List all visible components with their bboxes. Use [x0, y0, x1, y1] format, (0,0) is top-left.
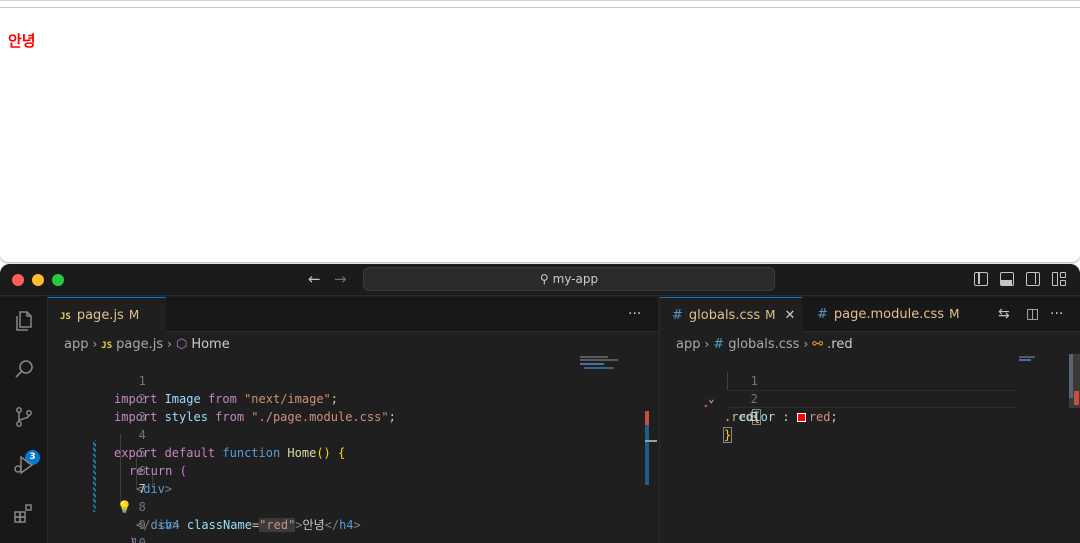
code-line: 6 <div> — [48, 444, 172, 496]
scrollbar-marker — [1074, 391, 1079, 405]
breadcrumb-folder[interactable]: app — [64, 337, 88, 352]
breadcrumb-file[interactable]: page.js — [116, 337, 163, 352]
tab-label: page.module.css — [833, 307, 945, 322]
chevron-right-icon: › — [704, 337, 710, 351]
tab-modified-status: M — [765, 308, 776, 322]
search-icon: ⚲ — [539, 272, 549, 286]
right-tab-bar: # globals.css M ✕ # page.module.css M ⇆ ◫ ··· — [660, 297, 1080, 333]
close-tab-icon[interactable]: ✕ — [785, 308, 796, 323]
browser-preview: 안녕 — [0, 0, 1080, 262]
code-line: 2 import styles from "./page.module.css"… — [48, 372, 396, 424]
chevron-right-icon: › — [92, 337, 98, 351]
code-line: 1 ⌄ .red{ — [708, 374, 762, 425]
tab-globals-css[interactable]: # globals.css M ✕ — [660, 297, 802, 333]
forward-arrow-icon[interactable]: → — [334, 270, 347, 288]
open-changes-icon[interactable]: ⇆ — [998, 297, 1010, 332]
preview-divider — [0, 7, 1080, 8]
line-number: 1 — [750, 374, 758, 388]
color-swatch[interactable] — [796, 413, 806, 422]
preview-heading: 안녕 — [8, 32, 36, 50]
js-file-icon: JS — [101, 341, 113, 351]
code-line: 4 export default function Home() { — [48, 408, 345, 460]
minimap[interactable] — [576, 354, 646, 384]
scrollbar-marker — [1069, 354, 1073, 398]
tab-label: globals.css — [688, 308, 761, 323]
back-arrow-icon[interactable]: ← — [308, 270, 321, 288]
breadcrumb-symbol[interactable]: Home — [191, 337, 229, 352]
minimap[interactable] — [1015, 354, 1055, 364]
code-line: 2 color : red; — [660, 372, 838, 424]
scrollbar-marker — [645, 411, 649, 425]
css-file-icon: # — [817, 307, 828, 322]
error-marker-icon: ▸ — [704, 401, 709, 410]
line-number: 5 — [138, 446, 146, 460]
code-line: 7 💡 <h4 className="red">안녕</h4> — [48, 462, 361, 532]
scrollbar-cursor — [645, 440, 657, 442]
line-number: 3 — [138, 410, 146, 424]
tab-modified-status: M — [128, 308, 140, 322]
code-line: 9 ) — [48, 498, 146, 543]
left-tab-bar: JS page.js M ··· — [48, 297, 658, 333]
code-line: 5 return ( — [48, 426, 187, 478]
more-actions-button[interactable]: ··· — [628, 297, 641, 332]
line-number: 8 — [138, 500, 146, 514]
css-file-icon: # — [713, 337, 725, 352]
code-line: 8 </div> — [48, 480, 179, 532]
customize-layout-icon[interactable] — [1052, 272, 1066, 286]
line-number: 2 — [138, 392, 146, 406]
run-and-debug-icon[interactable] — [12, 453, 36, 477]
command-center-search[interactable]: ⚲ my-app — [363, 267, 775, 291]
line-number: 9 — [138, 518, 146, 532]
vscode-window: ← → ⚲ my-app 3 JS page.js M ··· app › JS… — [0, 264, 1080, 543]
current-line-number: 3 — [750, 410, 758, 424]
line-number: 4 — [138, 428, 146, 442]
zoom-window-button[interactable] — [52, 274, 64, 286]
code-line: 3 — [48, 390, 146, 424]
code-line: 3 } — [660, 390, 758, 443]
title-bar: ← → ⚲ my-app — [0, 264, 1080, 296]
chevron-right-icon: › — [167, 337, 172, 351]
minimize-window-button[interactable] — [32, 274, 44, 286]
split-editor-icon[interactable]: ◫ — [1026, 297, 1039, 332]
toggle-secondary-sidebar-icon[interactable] — [1026, 272, 1040, 286]
tab-page-module-css[interactable]: # page.module.css M — [805, 297, 965, 332]
breadcrumb-file[interactable]: globals.css — [728, 337, 799, 352]
toggle-primary-sidebar-icon[interactable] — [974, 272, 988, 286]
extensions-icon[interactable] — [12, 501, 36, 525]
toggle-panel-icon[interactable] — [1000, 272, 1014, 286]
line-number: 2 — [750, 392, 758, 406]
tab-label: page.js — [76, 308, 124, 323]
line-number: 6 — [138, 464, 146, 478]
breadcrumb: app › JS page.js › ⬡ Home — [64, 333, 230, 355]
line-number: 1 — [138, 374, 146, 388]
breadcrumb-symbol[interactable]: .red — [827, 337, 852, 352]
source-control-icon[interactable] — [12, 405, 36, 429]
tab-modified-status: M — [949, 307, 960, 321]
more-actions-button[interactable]: ··· — [1050, 297, 1063, 332]
left-editor-group: JS page.js M ··· app › JS page.js › ⬡ Home 1 imp… — [48, 297, 658, 543]
symbol-class-icon: ⚯ — [812, 337, 824, 352]
current-line-number: 7 — [138, 482, 146, 496]
right-editor-group: # globals.css M ✕ # page.module.css M ⇆ ◫ ···… — [659, 297, 1080, 543]
command-center-label: my-app — [552, 272, 599, 286]
css-file-icon: # — [672, 308, 683, 323]
symbol-method-icon: ⬡ — [175, 337, 188, 352]
breadcrumb-folder[interactable]: app — [676, 337, 700, 352]
explorer-icon[interactable] — [12, 309, 36, 333]
activity-bar: 3 — [0, 297, 48, 543]
tab-page-js[interactable]: JS page.js M — [48, 297, 166, 333]
close-window-button[interactable] — [12, 274, 24, 286]
chevron-right-icon: › — [803, 337, 809, 351]
code-line: 1 import Image from "next/image"; — [48, 354, 338, 406]
search-icon[interactable] — [12, 357, 36, 381]
code-line: 11 — [48, 534, 106, 543]
code-line: 10 } — [48, 516, 145, 543]
breadcrumb: app › # globals.css › ⚯ .red — [676, 333, 853, 355]
current-line-highlight — [728, 390, 1016, 408]
scrollbar-marker — [645, 425, 649, 485]
line-number: 10 — [131, 536, 146, 543]
js-file-icon: JS — [60, 312, 71, 322]
